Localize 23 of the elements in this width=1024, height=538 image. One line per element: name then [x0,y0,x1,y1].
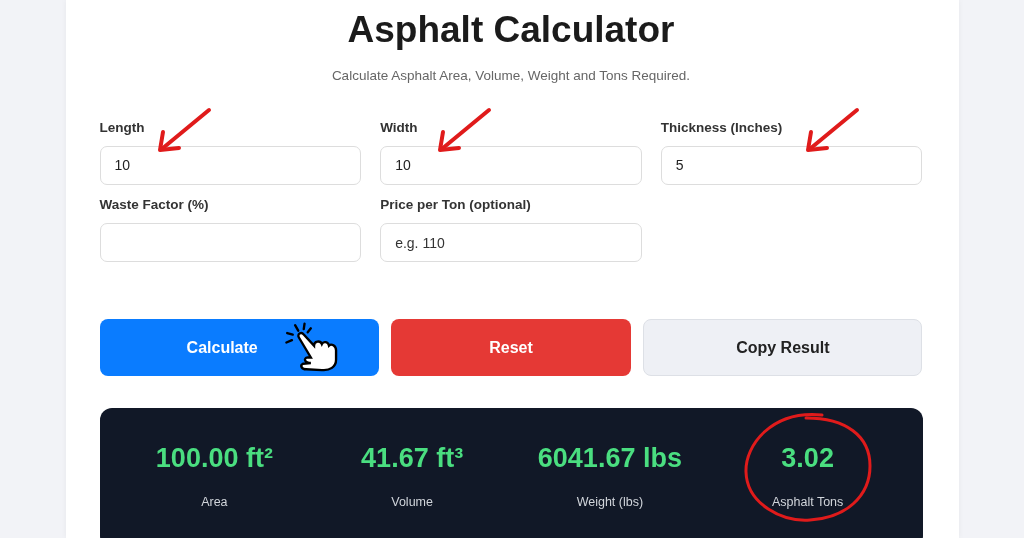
field-label: Price per Ton (optional) [380,195,532,214]
page-title: Asphalt Calculator [346,8,676,52]
input-field[interactable] [99,223,362,263]
result-value: 6041.67 lbs [537,442,682,476]
result-label: Weight (lbs) [576,493,644,511]
action-button[interactable]: Copy Result [643,319,923,377]
subtitle: Calculate Asphalt Area, Volume, Weight and Tons Required. [330,67,692,86]
result-value: 3.02 [781,442,834,476]
input-field[interactable]: 10 [380,145,642,185]
field-label: Length [99,118,146,137]
field-label: Width [380,118,419,137]
input-field[interactable]: 10 [99,145,362,185]
field-label: Waste Factor (%) [99,195,210,214]
result-value: 41.67 ft³ [361,442,464,476]
action-button[interactable]: Calculate [99,319,379,377]
result-label: Volume [391,493,433,511]
result-label: Asphalt Tons [771,493,844,511]
field-label: Thickness (Inches) [660,118,784,137]
action-button[interactable]: Reset [390,319,632,377]
result-label: Area [201,493,228,511]
result-value: 100.00 ft² [155,442,273,476]
input-field[interactable]: 5 [660,145,923,185]
input-field[interactable]: e.g. 110 [380,223,642,263]
